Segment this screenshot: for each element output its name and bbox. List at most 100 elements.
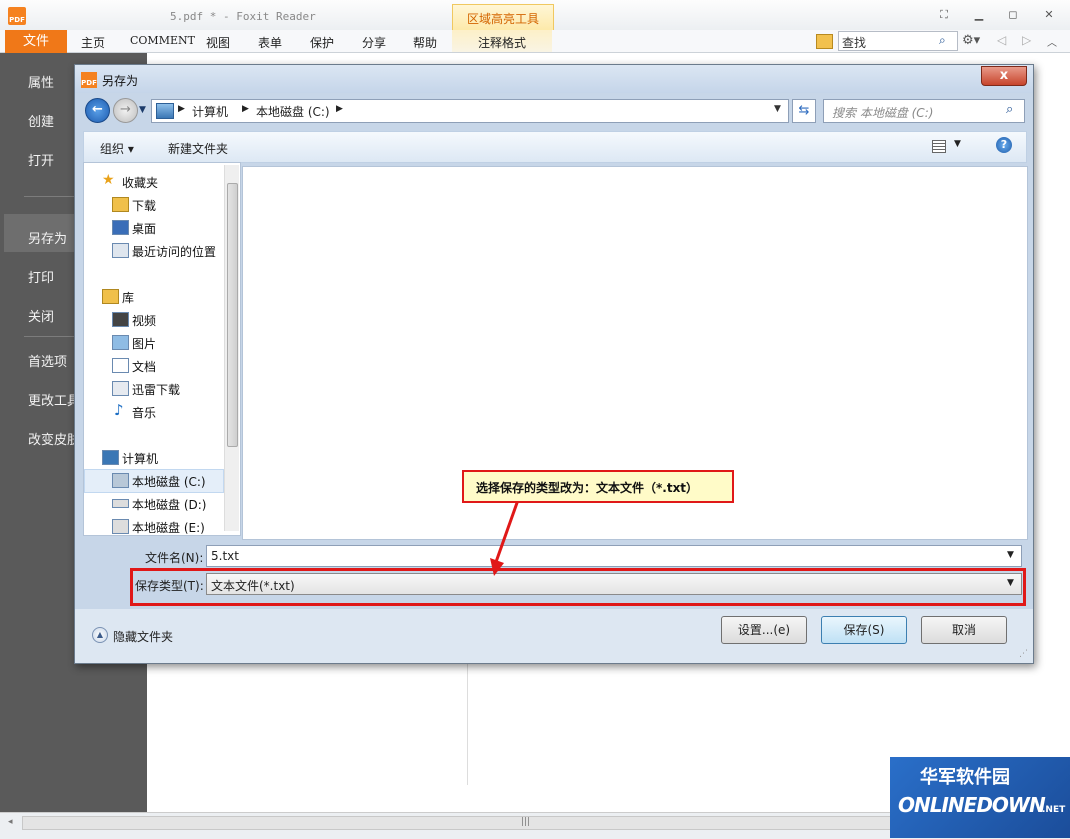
search-icon[interactable]: ⌕ (939, 33, 946, 48)
restore-icon[interactable]: ◻ (1002, 6, 1024, 24)
search-icon[interactable]: ⌕ (1006, 102, 1013, 117)
forward-button[interactable]: → (113, 98, 138, 123)
left-item-preferences[interactable]: 首选项 (28, 351, 67, 370)
annotation-callout: 选择保存的类型改为：文本文件（*.txt） (462, 470, 734, 503)
nav-scrollbar[interactable] (224, 165, 239, 531)
nav-drive-c[interactable]: 本地磁盘 (C:) (132, 473, 206, 490)
foxit-logo-icon: PDF (8, 7, 26, 25)
computer-icon (102, 450, 119, 465)
address-dropdown-icon[interactable]: ▼ (774, 104, 781, 114)
nav-desktop[interactable]: 桌面 (132, 220, 156, 237)
breadcrumb-arrow-icon[interactable]: ▶ (178, 104, 185, 114)
menu-help[interactable]: 帮助 (413, 34, 437, 51)
desktop-icon (112, 220, 129, 235)
collapse-ribbon-icon[interactable]: ︿ (1047, 34, 1057, 49)
next-arrow-icon[interactable]: ▷ (1022, 33, 1031, 47)
left-item-close[interactable]: 关闭 (28, 306, 54, 325)
nav-documents[interactable]: 文档 (132, 358, 156, 375)
cancel-button[interactable]: 取消 (921, 616, 1007, 644)
star-icon: ★ (102, 172, 115, 188)
back-button[interactable]: ← (85, 98, 110, 123)
title-bar: PDF 5.pdf * - Foxit Reader 区域高亮工具 ⛶ ▁ ◻ … (0, 0, 1070, 31)
menu-comment[interactable]: COMMENT (130, 34, 195, 47)
library-icon (102, 289, 119, 304)
dialog-close-button[interactable]: x (981, 66, 1027, 86)
save-button[interactable]: 保存(S) (821, 616, 907, 644)
context-tab-area-highlight[interactable]: 区域高亮工具 (452, 4, 554, 31)
watermark-logo: 华军软件园 ONLINEDOWN .NET (890, 757, 1070, 838)
nav-videos[interactable]: 视频 (132, 312, 156, 329)
fullscreen-icon[interactable]: ⛶ (933, 6, 955, 24)
new-folder-button[interactable]: 新建文件夹 (168, 140, 228, 157)
nav-music[interactable]: 音乐 (132, 404, 156, 421)
view-options-icon[interactable]: ▼ (932, 139, 964, 153)
menu-file[interactable]: 文件 (5, 30, 67, 53)
help-icon[interactable]: ? (996, 137, 1012, 153)
left-item-change-tools[interactable]: 更改工具 (28, 390, 80, 409)
breadcrumb-computer[interactable]: 计算机 (192, 103, 228, 120)
drive-e-icon (112, 519, 129, 534)
nav-drive-e[interactable]: 本地磁盘 (E:) (132, 519, 205, 536)
nav-computer[interactable]: 计算机 (122, 450, 158, 467)
menu-annotation-format[interactable]: 注释格式 (452, 30, 552, 52)
left-item-properties[interactable]: 属性 (28, 72, 54, 91)
breadcrumb-local-disk-c[interactable]: 本地磁盘 (C:) (256, 103, 330, 120)
watermark-suffix: .NET (1042, 805, 1066, 815)
scroll-left-icon[interactable]: ◂ (8, 817, 13, 827)
dialog-toolbar: 组织 ▾ 新建文件夹 ▼ ? (83, 131, 1027, 163)
organize-button[interactable]: 组织 ▾ (100, 140, 134, 157)
menu-annotation-format-label: 注释格式 (477, 36, 526, 50)
left-item-create[interactable]: 创建 (28, 111, 54, 130)
window-title: 5.pdf * - Foxit Reader (170, 10, 316, 23)
file-name-dropdown-icon[interactable]: ▼ (1007, 550, 1014, 560)
prev-arrow-icon[interactable]: ◁ (997, 33, 1006, 47)
left-item-change-skin[interactable]: 改变皮肤 (28, 429, 80, 448)
nav-thunder-downloads[interactable]: 迅雷下载 (132, 381, 180, 398)
hide-folders-label[interactable]: 隐藏文件夹 (113, 628, 173, 645)
scroll-grip-icon[interactable]: ||| (521, 817, 530, 827)
nav-libraries[interactable]: 库 (122, 289, 134, 306)
downloads-folder-icon (112, 197, 129, 212)
recent-pages-dropdown-icon[interactable]: ▼ (139, 105, 146, 115)
settings-button[interactable]: 设置...(e) (721, 616, 807, 644)
nav-scroll-thumb[interactable] (227, 183, 238, 447)
left-item-print[interactable]: 打印 (28, 267, 54, 286)
address-bar[interactable]: ▶ 计算机 ▶ 本地磁盘 (C:) ▶ ▼ (151, 99, 789, 123)
left-item-save-as[interactable]: 另存为 (28, 228, 67, 247)
pdf-icon: PDF (81, 72, 97, 88)
gear-icon[interactable]: ⚙▾ (962, 33, 980, 48)
nav-favorites[interactable]: 收藏夹 (122, 174, 158, 191)
context-tab-label: 区域高亮工具 (466, 12, 539, 26)
search-text: 查找 (842, 36, 867, 50)
dialog-search-input[interactable]: 搜索 本地磁盘 (C:) ⌕ (823, 99, 1025, 123)
breadcrumb-arrow-icon[interactable]: ▶ (336, 104, 343, 114)
nav-drive-d[interactable]: 本地磁盘 (D:) (132, 496, 206, 513)
left-item-open[interactable]: 打开 (28, 150, 54, 169)
file-name-input[interactable]: 5.txt ▼ (206, 545, 1022, 567)
music-icon: ♪ (114, 401, 124, 419)
callout-text: 选择保存的类型改为：文本文件（*.txt） (476, 481, 699, 495)
menu-home[interactable]: 主页 (81, 34, 105, 51)
hide-folders-icon[interactable]: ▲ (92, 627, 108, 643)
nav-recent-places[interactable]: 最近访问的位置 (132, 243, 216, 260)
drive-c-icon (112, 473, 129, 488)
resize-grip-icon[interactable]: ⋰ (1019, 649, 1028, 659)
computer-icon (156, 103, 174, 119)
recent-places-icon (112, 243, 129, 258)
nav-pictures[interactable]: 图片 (132, 335, 156, 352)
menu-share[interactable]: 分享 (362, 34, 386, 51)
refresh-icon[interactable]: ⇆ (792, 99, 816, 123)
dialog-search-placeholder: 搜索 本地磁盘 (C:) (832, 106, 934, 120)
minimize-icon[interactable]: ▁ (968, 6, 990, 24)
menu-protect[interactable]: 保护 (310, 34, 334, 51)
folder-search-icon[interactable] (816, 34, 833, 49)
watermark-cn: 华军软件园 (920, 767, 1010, 788)
documents-icon (112, 358, 129, 373)
breadcrumb-arrow-icon[interactable]: ▶ (242, 104, 249, 114)
search-input[interactable]: 查找 ⌕ (838, 31, 958, 51)
menu-view[interactable]: 视图 (206, 34, 230, 51)
close-icon[interactable]: ✕ (1038, 6, 1060, 24)
menu-form[interactable]: 表单 (258, 34, 282, 51)
dialog-title: 另存为 (102, 74, 139, 88)
nav-downloads[interactable]: 下载 (132, 197, 156, 214)
